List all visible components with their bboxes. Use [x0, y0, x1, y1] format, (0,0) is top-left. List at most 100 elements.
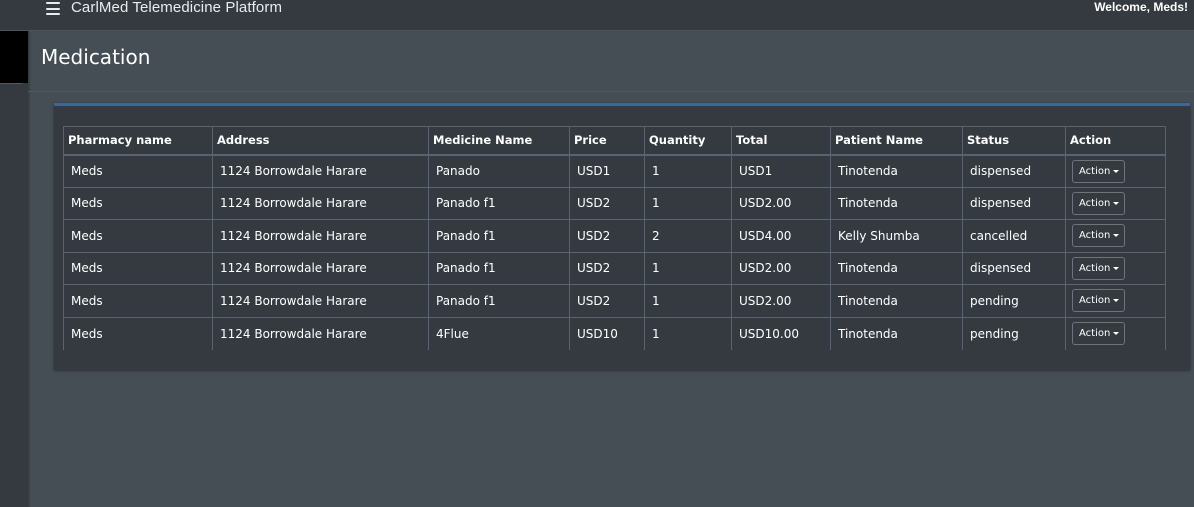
action-button-label: Action: [1079, 262, 1111, 274]
medication-table: Pharmacy name Address Medicine Name Pric…: [63, 126, 1166, 350]
brand-title[interactable]: CarlMed Telemedicine Platform: [71, 0, 282, 16]
cell-address: 1124 Borrowdale Harare: [212, 154, 429, 187]
cell-quantity: 1: [644, 316, 732, 350]
cell-total: USD10.00: [731, 316, 831, 350]
cell-price: USD1: [569, 154, 645, 187]
cell-medicine: Panado f1: [428, 219, 570, 252]
cell-address: 1124 Borrowdale Harare: [212, 219, 429, 252]
cell-price: USD10: [569, 316, 645, 350]
cell-status: cancelled: [962, 219, 1066, 252]
cell-price: USD2: [569, 186, 645, 220]
column-header-status[interactable]: Status: [962, 126, 1066, 156]
top-navbar: CarlMed Telemedicine Platform Welcome, M…: [0, 0, 1194, 31]
cell-status: dispensed: [962, 251, 1066, 285]
sidebar-brand-area: [0, 31, 28, 83]
medication-card: Pharmacy name Address Medicine Name Pric…: [54, 103, 1190, 370]
table-row: Meds 1124 Borrowdale Harare Panado USD1 …: [63, 154, 1166, 187]
cell-quantity: 1: [644, 284, 732, 317]
page-title: Medication: [41, 45, 151, 69]
cell-pharmacy: Meds: [63, 251, 213, 285]
caret-down-icon: [1113, 234, 1120, 238]
action-dropdown-button[interactable]: Action: [1072, 159, 1126, 183]
cell-total: USD2.00: [731, 251, 831, 285]
cell-price: USD2: [569, 219, 645, 252]
column-header-patient[interactable]: Patient Name: [830, 126, 963, 156]
caret-down-icon: [1113, 169, 1120, 173]
cell-action: Action: [1065, 251, 1166, 285]
column-header-medicine[interactable]: Medicine Name: [428, 126, 570, 156]
cell-address: 1124 Borrowdale Harare: [212, 251, 429, 285]
cell-quantity: 1: [644, 251, 732, 285]
cell-status: dispensed: [962, 186, 1066, 220]
sidebar-shadow: [28, 31, 31, 507]
cell-patient: Tinotenda: [830, 251, 963, 285]
column-header-quantity[interactable]: Quantity: [644, 126, 732, 156]
cell-quantity: 1: [644, 186, 732, 220]
cell-patient: Tinotenda: [830, 154, 963, 187]
action-button-label: Action: [1079, 165, 1111, 177]
cell-medicine: Panado f1: [428, 251, 570, 285]
action-dropdown-button[interactable]: Action: [1072, 256, 1126, 280]
cell-action: Action: [1065, 219, 1166, 252]
cell-total: USD2.00: [731, 284, 831, 317]
hamburger-icon[interactable]: [46, 2, 60, 15]
cell-action: Action: [1065, 186, 1166, 220]
cell-patient: Tinotenda: [830, 316, 963, 350]
sidebar: [0, 31, 28, 507]
cell-action: Action: [1065, 154, 1166, 187]
header-divider: [28, 91, 1194, 92]
caret-down-icon: [1113, 299, 1120, 303]
action-dropdown-button[interactable]: Action: [1072, 224, 1126, 248]
table-row: Meds 1124 Borrowdale Harare Panado f1 US…: [63, 284, 1166, 317]
cell-address: 1124 Borrowdale Harare: [212, 316, 429, 350]
cell-medicine: Panado f1: [428, 186, 570, 220]
cell-action: Action: [1065, 284, 1166, 317]
cell-price: USD2: [569, 284, 645, 317]
cell-status: pending: [962, 316, 1066, 350]
cell-patient: Kelly Shumba: [830, 219, 963, 252]
table-header-row: Pharmacy name Address Medicine Name Pric…: [63, 126, 1166, 156]
cell-total: USD1: [731, 154, 831, 187]
table-row: Meds 1124 Borrowdale Harare 4Flue USD10 …: [63, 316, 1166, 350]
sidebar-divider: [0, 83, 22, 84]
caret-down-icon: [1113, 332, 1120, 335]
table-row: Meds 1124 Borrowdale Harare Panado f1 US…: [63, 219, 1166, 252]
action-button-label: Action: [1079, 295, 1111, 307]
column-header-action: Action: [1065, 126, 1166, 156]
cell-status: dispensed: [962, 154, 1066, 187]
caret-down-icon: [1113, 266, 1120, 270]
cell-quantity: 2: [644, 219, 732, 252]
cell-pharmacy: Meds: [63, 316, 213, 350]
cell-address: 1124 Borrowdale Harare: [212, 186, 429, 220]
cell-medicine: Panado: [428, 154, 570, 187]
cell-pharmacy: Meds: [63, 284, 213, 317]
cell-total: USD4.00: [731, 219, 831, 252]
cell-price: USD2: [569, 251, 645, 285]
cell-total: USD2.00: [731, 186, 831, 220]
cell-pharmacy: Meds: [63, 186, 213, 220]
table-row: Meds 1124 Borrowdale Harare Panado f1 US…: [63, 251, 1166, 285]
column-header-address[interactable]: Address: [212, 126, 429, 156]
column-header-price[interactable]: Price: [569, 126, 645, 156]
cell-patient: Tinotenda: [830, 284, 963, 317]
action-dropdown-button[interactable]: Action: [1072, 191, 1126, 215]
cell-status: pending: [962, 284, 1066, 317]
cell-medicine: 4Flue: [428, 316, 570, 350]
column-header-pharmacy[interactable]: Pharmacy name: [63, 126, 213, 156]
cell-action: Action: [1065, 316, 1166, 350]
action-dropdown-button[interactable]: Action: [1072, 322, 1126, 345]
action-button-label: Action: [1079, 328, 1111, 339]
table-row: Meds 1124 Borrowdale Harare Panado f1 US…: [63, 186, 1166, 220]
cell-patient: Tinotenda: [830, 186, 963, 220]
cell-address: 1124 Borrowdale Harare: [212, 284, 429, 317]
cell-medicine: Panado f1: [428, 284, 570, 317]
cell-pharmacy: Meds: [63, 154, 213, 187]
caret-down-icon: [1113, 201, 1120, 205]
action-button-label: Action: [1079, 197, 1111, 209]
column-header-total[interactable]: Total: [731, 126, 831, 156]
action-button-label: Action: [1079, 230, 1111, 242]
welcome-message: Welcome, Meds!: [1094, 0, 1188, 14]
cell-quantity: 1: [644, 154, 732, 187]
action-dropdown-button[interactable]: Action: [1072, 289, 1126, 313]
cell-pharmacy: Meds: [63, 219, 213, 252]
